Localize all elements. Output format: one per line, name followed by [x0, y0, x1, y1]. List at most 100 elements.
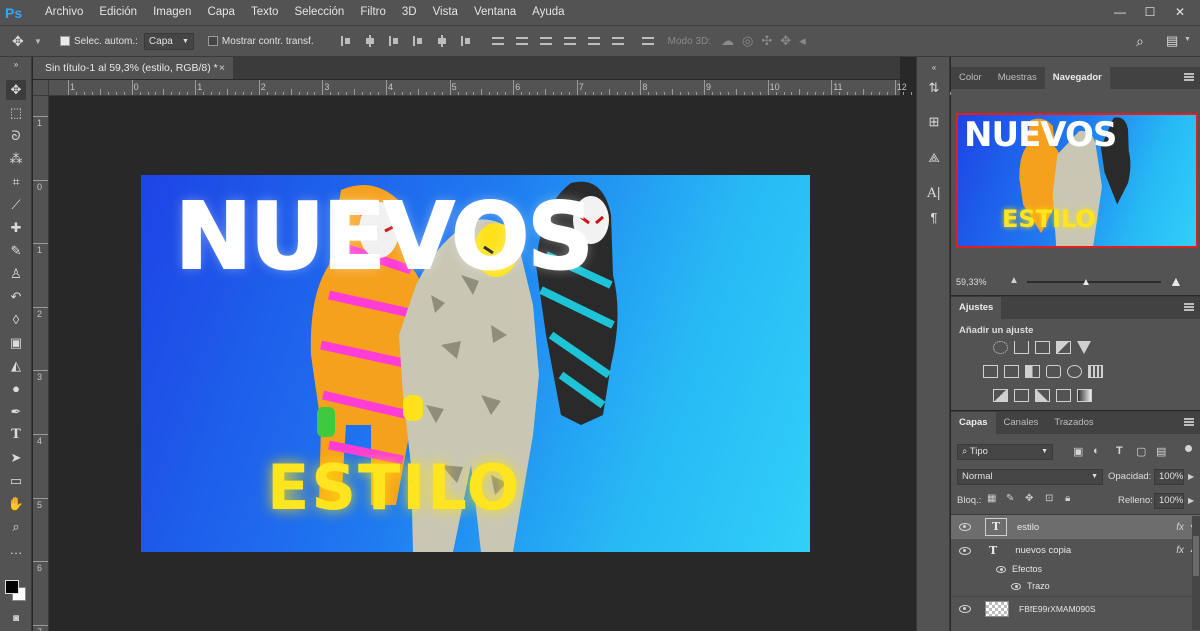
roll-3d-icon[interactable]: ◎: [742, 33, 753, 49]
filter-shape-icon[interactable]: ▢: [1136, 445, 1146, 458]
chevron-right-icon[interactable]: ▶: [1188, 472, 1194, 481]
filter-pixel-icon[interactable]: ▣: [1073, 445, 1083, 458]
blend-mode-dropdown[interactable]: Normal ▼: [957, 469, 1103, 485]
curves-icon[interactable]: [1035, 341, 1050, 354]
color-lookup-icon[interactable]: [1088, 365, 1103, 378]
posterize-icon[interactable]: [1014, 389, 1029, 402]
healing-brush-tool-icon[interactable]: ✚: [6, 218, 26, 238]
lock-all-icon[interactable]: 🔒︎: [1065, 493, 1070, 504]
menu-ventana[interactable]: Ventana: [466, 0, 524, 25]
layer-effects-icon[interactable]: fx: [1176, 545, 1184, 556]
align-bottom-icon[interactable]: [387, 34, 401, 48]
pen-tool-icon[interactable]: ✒: [6, 402, 26, 422]
layer-name[interactable]: FBfE99rXMAM090S: [1019, 604, 1096, 614]
channel-mixer-icon[interactable]: [1067, 365, 1082, 378]
black-white-icon[interactable]: [1025, 365, 1040, 378]
fill-input[interactable]: 100%: [1154, 493, 1184, 509]
lasso-tool-icon[interactable]: ᘐ: [6, 126, 26, 146]
gradient-tool-icon[interactable]: ▣: [6, 333, 26, 353]
filter-toggle-icon[interactable]: [1185, 445, 1192, 452]
lock-pixels-icon[interactable]: ✎: [1006, 493, 1014, 504]
distribute-right-icon[interactable]: [611, 34, 625, 48]
levels-icon[interactable]: [1014, 341, 1029, 354]
hand-tool-icon[interactable]: ✋: [6, 494, 26, 514]
tab-color[interactable]: Color: [951, 67, 990, 89]
menu-ayuda[interactable]: Ayuda: [524, 0, 572, 25]
lock-position-icon[interactable]: ✥: [1025, 493, 1033, 504]
navigator-preview[interactable]: NUEVOS ESTILO: [956, 113, 1198, 248]
panel-menu-icon[interactable]: [1184, 73, 1194, 81]
menu-3d[interactable]: 3D: [394, 0, 425, 25]
character-panel-icon[interactable]: A|: [925, 185, 943, 203]
vibrance-icon[interactable]: [1077, 341, 1091, 354]
zoom-slider-handle[interactable]: ▲: [1081, 277, 1091, 288]
magic-wand-tool-icon[interactable]: ⁂: [6, 149, 26, 169]
visibility-eye-icon[interactable]: [959, 546, 971, 555]
stamp-tool-icon[interactable]: ♙: [6, 264, 26, 284]
tab-canales[interactable]: Canales: [996, 412, 1047, 434]
visibility-eye-icon[interactable]: [1011, 582, 1021, 590]
history-brush-tool-icon[interactable]: ↶: [6, 287, 26, 307]
workspace-icon[interactable]: ▤: [1166, 33, 1178, 49]
layer-row-nuevos-copia[interactable]: T nuevos copia fx ▲: [951, 539, 1200, 562]
filter-adjustment-icon[interactable]: ◐: [1093, 445, 1100, 457]
tab-ajustes[interactable]: Ajustes: [951, 297, 1002, 319]
filter-type-icon[interactable]: T: [1116, 445, 1123, 457]
zoom-value[interactable]: 59,33%: [956, 277, 987, 287]
zoom-in-icon[interactable]: ▲: [1169, 273, 1183, 289]
menu-capa[interactable]: Capa: [199, 0, 243, 25]
blur-tool-icon[interactable]: ◭: [6, 356, 26, 376]
minimize-button[interactable]: —: [1105, 0, 1135, 25]
character-styles-icon[interactable]: ⟁: [925, 149, 943, 167]
menu-imagen[interactable]: Imagen: [145, 0, 199, 25]
layer-row-estilo[interactable]: T estilo fx ▼: [951, 515, 1200, 539]
effects-row[interactable]: Efectos: [951, 560, 1200, 578]
menu-texto[interactable]: Texto: [243, 0, 287, 25]
quick-mask-icon[interactable]: ◙: [6, 609, 26, 629]
eraser-tool-icon[interactable]: ◊: [6, 310, 26, 330]
layers-scrollbar[interactable]: [1192, 516, 1200, 630]
chevron-down-icon[interactable]: ▼: [1184, 36, 1191, 43]
zoom-tool-icon[interactable]: ⌕: [6, 517, 26, 537]
maximize-button[interactable]: ☐: [1135, 0, 1165, 25]
panel-menu-icon[interactable]: [1184, 303, 1194, 311]
lock-artboard-icon[interactable]: ⊡: [1045, 493, 1053, 504]
align-right-icon[interactable]: [459, 34, 473, 48]
dodge-tool-icon[interactable]: ●: [6, 379, 26, 399]
filter-smart-icon[interactable]: ▤: [1156, 445, 1166, 458]
visibility-eye-icon[interactable]: [959, 604, 971, 613]
tab-trazados[interactable]: Trazados: [1046, 412, 1101, 434]
auto-select-checkbox[interactable]: [60, 36, 70, 46]
brush-tool-icon[interactable]: ✎: [6, 241, 26, 261]
tab-navegador[interactable]: Navegador: [1044, 67, 1110, 89]
panel-menu-icon[interactable]: [1184, 418, 1194, 426]
distribute-top-icon[interactable]: [491, 34, 505, 48]
distribute-vcenter-icon[interactable]: [515, 34, 529, 48]
align-top-icon[interactable]: [339, 34, 353, 48]
type-tool-icon[interactable]: T: [6, 425, 26, 445]
layer-name[interactable]: estilo: [1017, 522, 1039, 533]
tab-muestras[interactable]: Muestras: [990, 67, 1045, 89]
stroke-effect-row[interactable]: Trazo: [951, 577, 1200, 595]
slide-3d-icon[interactable]: ✥: [780, 33, 791, 49]
invert-icon[interactable]: [993, 389, 1008, 402]
rectangle-tool-icon[interactable]: ▭: [6, 471, 26, 491]
properties-panel-icon[interactable]: ⊞: [925, 113, 943, 131]
auto-align-icon[interactable]: [641, 34, 655, 48]
threshold-icon[interactable]: [1035, 389, 1050, 402]
search-icon[interactable]: ⌕: [1136, 33, 1144, 50]
visibility-eye-icon[interactable]: [996, 565, 1006, 573]
distribute-left-icon[interactable]: [563, 34, 577, 48]
menu-edicion[interactable]: Edición: [91, 0, 145, 25]
artwork-canvas[interactable]: NUEVOS NUEVOS ESTILO: [141, 175, 810, 552]
opacity-input[interactable]: 100%: [1154, 469, 1184, 485]
align-left-icon[interactable]: [411, 34, 425, 48]
align-vcenter-icon[interactable]: [363, 34, 377, 48]
marquee-tool-icon[interactable]: ⬚: [6, 103, 26, 123]
layer-row-image[interactable]: FBfE99rXMAM090S: [951, 596, 1200, 620]
path-selection-tool-icon[interactable]: ➤: [6, 448, 26, 468]
tab-capas[interactable]: Capas: [951, 412, 996, 434]
close-window-button[interactable]: ✕: [1165, 0, 1195, 25]
layer-filter-dropdown[interactable]: ⌕ Tipo ▼: [957, 444, 1053, 460]
layer-name[interactable]: nuevos copia: [1015, 545, 1071, 556]
